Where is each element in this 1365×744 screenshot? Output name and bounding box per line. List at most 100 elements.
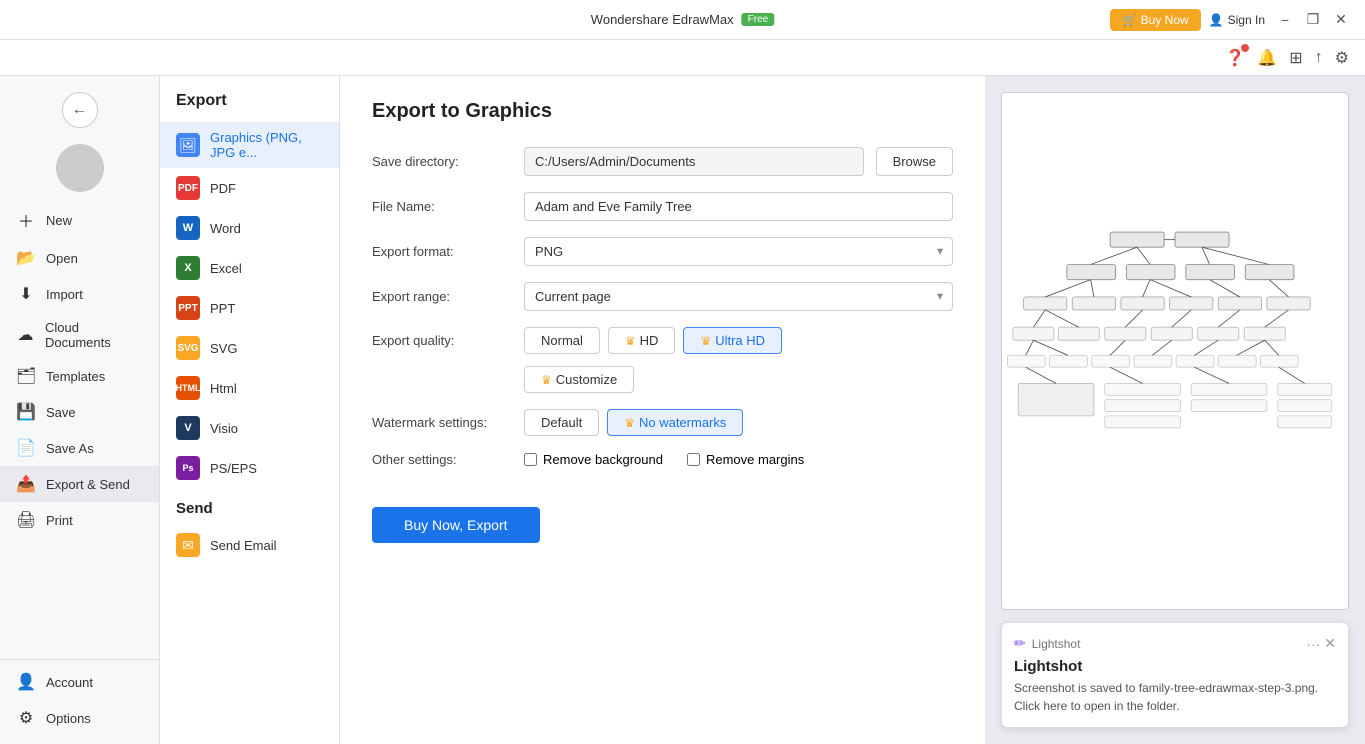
- watermark-group: Default ♛ No watermarks: [524, 409, 953, 436]
- close-button[interactable]: ✕: [1329, 8, 1353, 32]
- watermark-row: Watermark settings: Default ♛ No waterma…: [372, 409, 953, 436]
- export-format-label: Export format:: [372, 244, 512, 259]
- sidebar-item-templates[interactable]: 🗂 Templates: [0, 358, 159, 394]
- export-button-row: Buy Now, Export: [372, 483, 953, 543]
- export-panel-title: Export: [160, 92, 339, 122]
- export-item-excel[interactable]: X Excel: [160, 248, 339, 288]
- lightshot-popup: ✏ Lightshot ··· ✕ Lightshot Screenshot i…: [1001, 622, 1349, 728]
- export-format-wrapper: PNG JPG BMP SVG ▼: [524, 237, 953, 266]
- content-area: Export to Graphics Save directory: Brows…: [340, 76, 1365, 744]
- sidebar-item-save[interactable]: 💾 Save: [0, 394, 159, 430]
- preview-image-area: [1001, 92, 1349, 610]
- preview-panel: ✏ Lightshot ··· ✕ Lightshot Screenshot i…: [985, 76, 1365, 744]
- account-icon: 👤: [16, 672, 36, 692]
- quality-ultrahd-button[interactable]: ♛ Ultra HD: [683, 327, 782, 354]
- lightshot-more-button[interactable]: ···: [1306, 635, 1320, 652]
- lightshot-controls: ··· ✕: [1306, 635, 1336, 652]
- lightshot-pen-icon: ✏: [1014, 635, 1026, 652]
- export-item-html[interactable]: HTML Html: [160, 368, 339, 408]
- import-icon: ⬇: [16, 284, 36, 304]
- export-format-select[interactable]: PNG JPG BMP SVG: [524, 237, 953, 266]
- lightshot-app-name: Lightshot: [1032, 637, 1081, 651]
- ultrahd-crown-icon: ♛: [700, 334, 711, 348]
- other-settings-row: Other settings: Remove background Remove…: [372, 452, 953, 467]
- sidebar-item-print[interactable]: 🖨 Print: [0, 502, 159, 538]
- sidebar-item-account[interactable]: 👤 Account: [0, 664, 159, 700]
- lightshot-header: ✏ Lightshot ··· ✕: [1014, 635, 1336, 652]
- export-range-wrapper: Current page All pages Selected shapes ▼: [524, 282, 953, 311]
- ps-icon: Ps: [176, 456, 200, 480]
- export-range-select[interactable]: Current page All pages Selected shapes: [524, 282, 953, 311]
- export-item-word[interactable]: W Word: [160, 208, 339, 248]
- sidebar-item-options[interactable]: ⚙ Options: [0, 700, 159, 736]
- titlebar-right: 🛒 Buy Now 👤 Sign In − ❐ ✕: [1110, 8, 1353, 32]
- sidebar-item-save-as[interactable]: 📄 Save As: [0, 430, 159, 466]
- sidebar-item-cloud[interactable]: ☁ Cloud Documents: [0, 312, 159, 358]
- export-range-row: Export range: Current page All pages Sel…: [372, 282, 953, 311]
- lightshot-close-button[interactable]: ✕: [1324, 635, 1336, 652]
- remove-bg-checkbox-item[interactable]: Remove background: [524, 452, 663, 467]
- print-icon: 🖨: [16, 510, 36, 530]
- remove-bg-checkbox[interactable]: [524, 453, 537, 466]
- remove-margins-checkbox[interactable]: [687, 453, 700, 466]
- grid-icon[interactable]: ⊞: [1289, 48, 1302, 68]
- export-item-email[interactable]: ✉ Send Email: [160, 525, 339, 565]
- watermark-default-button[interactable]: Default: [524, 409, 599, 436]
- back-button[interactable]: ←: [62, 92, 98, 128]
- export-item-graphics[interactable]: 🖼 Graphics (PNG, JPG e...: [160, 122, 339, 168]
- lightshot-title: Lightshot: [1014, 658, 1336, 675]
- sidebar-item-new[interactable]: ＋ New: [0, 200, 159, 240]
- graphics-icon: 🖼: [176, 133, 200, 157]
- quality-customize-button[interactable]: ♛ Customize: [524, 366, 634, 393]
- sidebar-item-import[interactable]: ⬇ Import: [0, 276, 159, 312]
- lightshot-title-row: ✏ Lightshot: [1014, 635, 1080, 652]
- sign-in-button[interactable]: 👤 Sign In: [1209, 13, 1265, 27]
- titlebar-center: Wondershare EdrawMax Free: [591, 12, 774, 27]
- export-icon: 📤: [16, 474, 36, 494]
- export-item-visio[interactable]: V Visio: [160, 408, 339, 448]
- export-item-ps[interactable]: Ps PS/EPS: [160, 448, 339, 488]
- browse-button[interactable]: Browse: [876, 147, 953, 176]
- app-badge: Free: [742, 13, 775, 26]
- sidebar-item-open[interactable]: 📂 Open: [0, 240, 159, 276]
- export-quality-label: Export quality:: [372, 327, 512, 348]
- export-format-row: Export format: PNG JPG BMP SVG ▼: [372, 237, 953, 266]
- notification-icon[interactable]: 🔔: [1257, 48, 1277, 68]
- cloud-icon: ☁: [16, 325, 35, 345]
- preview-diagram: [1002, 93, 1348, 609]
- export-button[interactable]: Buy Now, Export: [372, 507, 540, 543]
- buy-now-button[interactable]: 🛒 Buy Now: [1110, 9, 1200, 31]
- export-quality-row: Export quality: Normal ♛ HD ♛ Ultra HD: [372, 327, 953, 393]
- watermark-none-button[interactable]: ♛ No watermarks: [607, 409, 743, 436]
- word-icon: W: [176, 216, 200, 240]
- remove-margins-checkbox-item[interactable]: Remove margins: [687, 452, 804, 467]
- settings-icon[interactable]: ⚙: [1335, 48, 1349, 68]
- send-section-title: Send: [160, 488, 339, 525]
- watermark-crown-icon: ♛: [624, 416, 635, 430]
- user-icon: 👤: [1209, 13, 1224, 27]
- minimize-button[interactable]: −: [1273, 8, 1297, 32]
- maximize-button[interactable]: ❐: [1301, 8, 1325, 32]
- help-icon[interactable]: ❓: [1225, 48, 1245, 68]
- export-panel: Export 🖼 Graphics (PNG, JPG e... PDF PDF…: [160, 76, 340, 744]
- quality-group: Normal ♛ HD ♛ Ultra HD: [524, 327, 782, 354]
- sidebar-item-export[interactable]: 📤 Export & Send: [0, 466, 159, 502]
- watermark-label: Watermark settings:: [372, 415, 512, 430]
- templates-icon: 🗂: [16, 366, 36, 386]
- avatar: [56, 144, 104, 192]
- file-name-input[interactable]: [524, 192, 953, 221]
- share-icon[interactable]: ↑: [1315, 49, 1323, 67]
- export-item-ppt[interactable]: PPT PPT: [160, 288, 339, 328]
- quality-normal-button[interactable]: Normal: [524, 327, 600, 354]
- html-icon: HTML: [176, 376, 200, 400]
- open-icon: 📂: [16, 248, 36, 268]
- save-directory-input[interactable]: [524, 147, 864, 176]
- new-icon: ＋: [16, 208, 36, 232]
- save-directory-row: Save directory: Browse: [372, 147, 953, 176]
- checkbox-group: Remove background Remove margins: [524, 452, 953, 467]
- sidebar-bottom: 👤 Account ⚙ Options: [0, 659, 159, 736]
- quality-hd-button[interactable]: ♛ HD: [608, 327, 676, 354]
- export-item-pdf[interactable]: PDF PDF: [160, 168, 339, 208]
- export-item-svg[interactable]: SVG SVG: [160, 328, 339, 368]
- file-name-row: File Name:: [372, 192, 953, 221]
